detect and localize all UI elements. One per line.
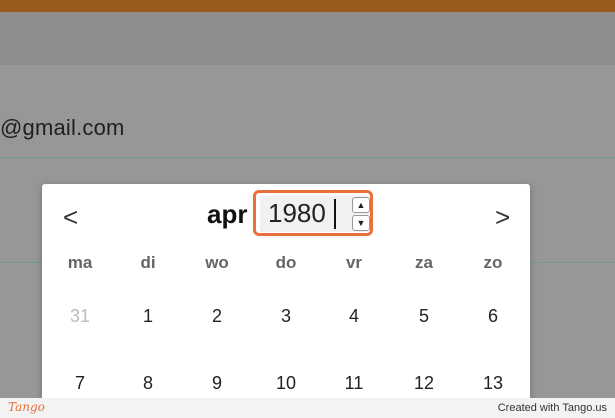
header-area (0, 12, 615, 65)
day-cell[interactable]: 6 (473, 306, 513, 327)
tango-logo: Tango (8, 400, 45, 414)
text-caret (334, 199, 336, 229)
day-cell[interactable]: 31 (60, 306, 100, 327)
day-cell[interactable]: 12 (404, 373, 444, 394)
field-underline (0, 157, 615, 158)
day-cell[interactable]: 9 (197, 373, 237, 394)
weekday-label: vr (345, 253, 363, 272)
day-cell[interactable]: 7 (60, 373, 100, 394)
day-cell[interactable]: 4 (334, 306, 374, 327)
day-cell[interactable]: 1 (128, 306, 168, 327)
day-cell[interactable]: 11 (334, 373, 374, 394)
credit-text: Created with Tango.us (497, 402, 607, 414)
day-cell[interactable]: 13 (473, 373, 513, 394)
weekday-label: zo (483, 253, 503, 272)
spin-up-icon[interactable]: ▲ (352, 197, 370, 213)
weekday-label: ma (67, 253, 93, 272)
weekday-label: di (140, 253, 156, 272)
weekday-label: wo (205, 253, 229, 272)
day-cell[interactable]: 3 (266, 306, 306, 327)
prev-month-button[interactable]: < (63, 204, 78, 230)
month-label: apr (207, 199, 248, 229)
day-cell[interactable]: 2 (197, 306, 237, 327)
email-field[interactable]: @gmail.com (0, 115, 125, 141)
weekday-label: za (415, 253, 433, 272)
chevron-left-icon: < (63, 202, 79, 232)
year-spinner[interactable]: ▲ ▼ (352, 197, 370, 231)
year-value: 1980 (268, 198, 326, 228)
day-cell[interactable]: 8 (128, 373, 168, 394)
weekday-label: do (275, 253, 297, 272)
day-cell[interactable]: 10 (266, 373, 306, 394)
top-accent-bar (0, 0, 615, 12)
chevron-right-icon: > (495, 202, 511, 232)
spin-down-icon[interactable]: ▼ (352, 215, 370, 231)
next-month-button[interactable]: > (495, 204, 510, 230)
day-cell[interactable]: 5 (404, 306, 444, 327)
